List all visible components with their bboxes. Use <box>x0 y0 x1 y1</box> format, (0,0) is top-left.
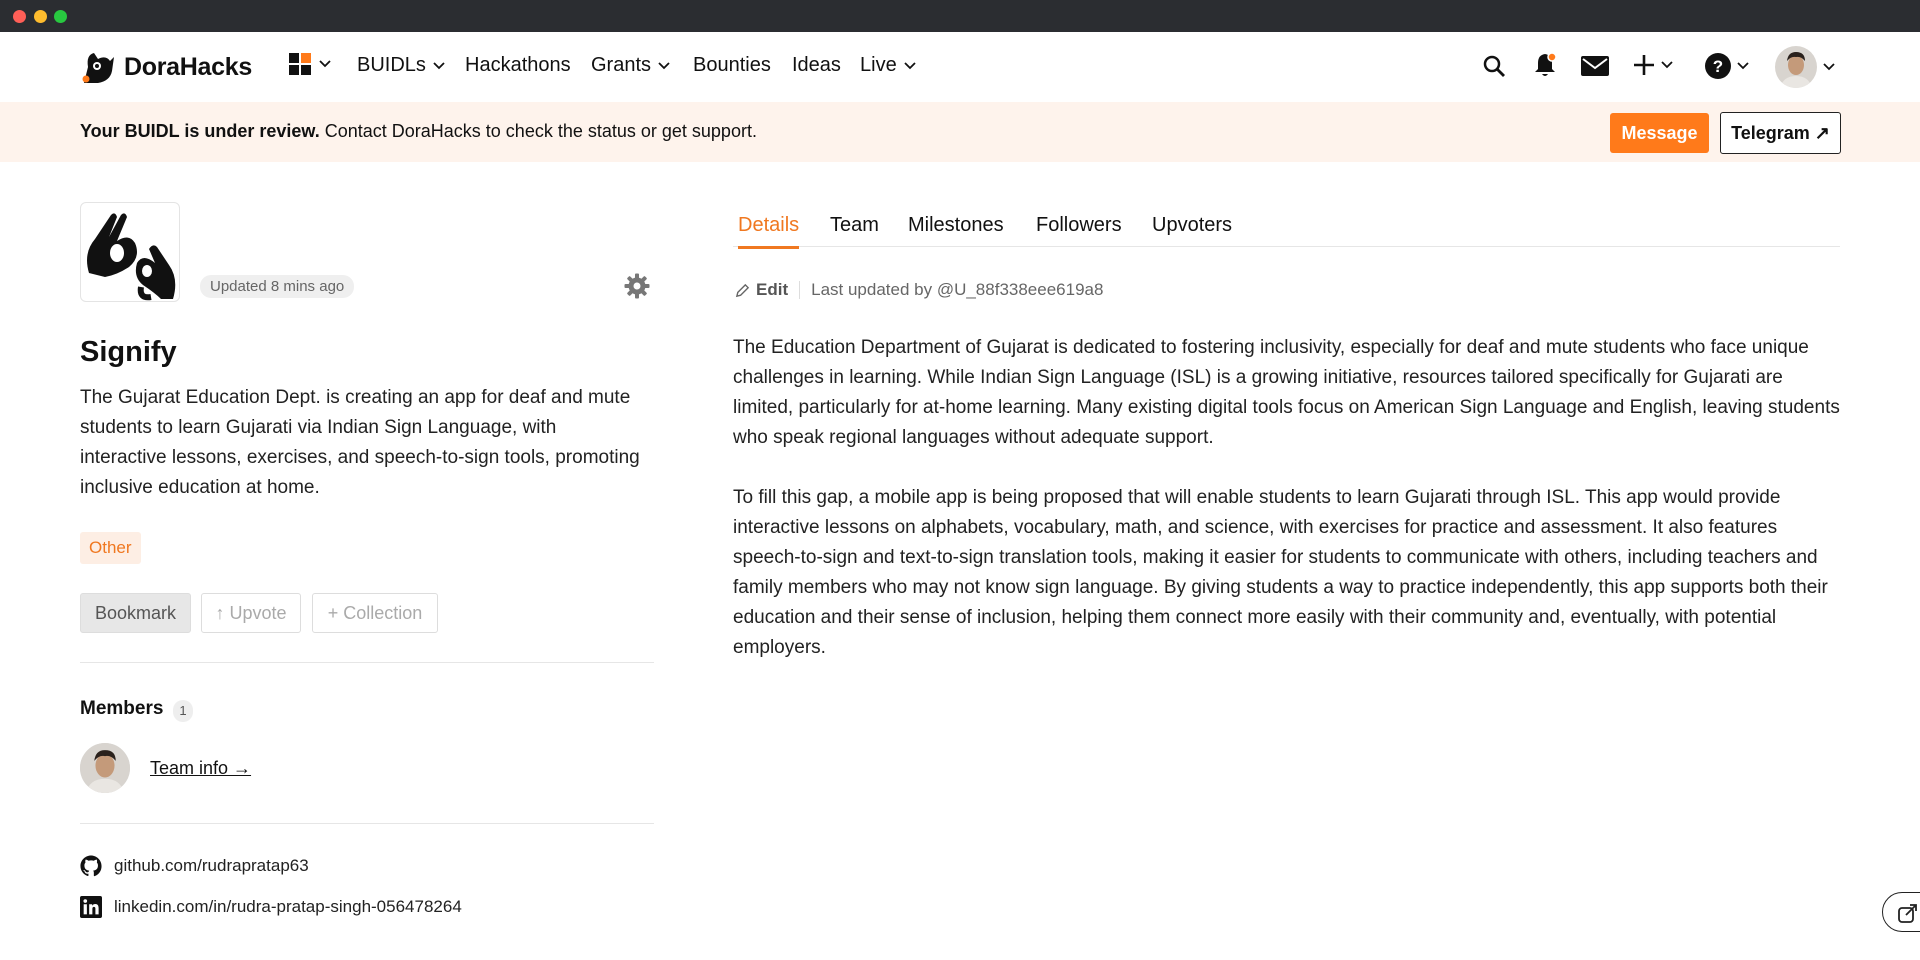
project-logo <box>80 202 180 302</box>
last-updated-text: Last updated by @U_88f338eee619a8 <box>811 280 1104 299</box>
apps-grid-icon <box>289 53 311 75</box>
linkedin-url: linkedin.com/in/rudra-pratap-singh-05647… <box>114 897 462 916</box>
nav-ideas-label: Ideas <box>792 54 841 76</box>
tab-milestones[interactable]: Milestones <box>908 214 1004 246</box>
telegram-button[interactable]: Telegram ↗ <box>1720 112 1841 154</box>
dorahacks-logo-icon <box>82 53 114 83</box>
user-menu[interactable] <box>1775 46 1835 88</box>
tab-details[interactable]: Details <box>738 214 800 249</box>
chevron-down-icon <box>658 61 670 69</box>
project-title: Signify <box>80 336 177 368</box>
details-content: The Education Department of Gujarat is d… <box>733 333 1843 663</box>
tab-upvoters[interactable]: Upvoters <box>1152 214 1232 246</box>
sign-language-hands-icon <box>87 213 176 301</box>
edit-row: Edit Last updated by @U_88f338eee619a8 <box>735 280 1103 300</box>
tab-team[interactable]: Team <box>830 214 879 246</box>
category-tag[interactable]: Other <box>80 532 141 564</box>
nav-buidls[interactable]: BUIDLs <box>357 54 445 77</box>
brand-logo[interactable]: DoraHacks <box>80 49 252 85</box>
nav-ideas[interactable]: Ideas <box>792 54 841 77</box>
team-info-link[interactable]: Team info → <box>150 758 251 779</box>
mail-icon <box>1581 56 1609 76</box>
details-paragraph: To fill this gap, a mobile app is being … <box>733 487 1828 658</box>
member-avatar[interactable] <box>80 743 130 793</box>
review-banner: Your BUIDL is under review. Contact Dora… <box>0 102 1920 162</box>
upvote-button[interactable]: ↑ Upvote <box>201 593 301 633</box>
chevron-down-icon <box>1823 63 1835 71</box>
svg-text:?: ? <box>1713 57 1723 76</box>
apps-menu[interactable] <box>288 52 331 76</box>
details-paragraph: The Education Department of Gujarat is d… <box>733 337 1840 448</box>
divider <box>80 823 654 824</box>
nav-bounties-label: Bounties <box>693 54 771 76</box>
divider <box>80 662 654 663</box>
chevron-down-icon <box>319 60 331 68</box>
nav-hackathons[interactable]: Hackathons <box>465 54 571 77</box>
pencil-icon <box>735 283 750 297</box>
gear-icon <box>624 273 650 299</box>
banner-text: Your BUIDL is under review. Contact Dora… <box>80 121 757 142</box>
nav-grants-label: Grants <box>591 54 652 76</box>
nav-buidls-label: BUIDLs <box>357 54 426 76</box>
maximize-window-button[interactable] <box>54 10 67 23</box>
github-icon <box>80 855 102 877</box>
share-icon <box>1898 904 1917 923</box>
help-menu[interactable]: ? <box>1705 53 1749 79</box>
notifications-button[interactable] <box>1533 52 1557 78</box>
minimize-window-button[interactable] <box>34 10 47 23</box>
github-link[interactable]: github.com/rudrapratap63 <box>80 855 309 877</box>
member-photo <box>80 743 130 793</box>
members-count-badge: 1 <box>173 700 193 722</box>
tab-followers[interactable]: Followers <box>1036 214 1122 246</box>
bookmark-button[interactable]: Bookmark <box>80 593 191 633</box>
search-button[interactable] <box>1482 54 1506 78</box>
chevron-down-icon <box>904 61 916 69</box>
nav-live-label: Live <box>860 54 897 76</box>
separator <box>799 281 801 299</box>
top-nav: DoraHacks BUIDLs Hackathons Grants Bount… <box>0 32 1920 102</box>
share-button[interactable] <box>1882 892 1920 932</box>
help-icon: ? <box>1705 53 1731 79</box>
search-icon <box>1483 55 1505 77</box>
project-description: The Gujarat Education Dept. is creating … <box>80 387 640 498</box>
nav-live[interactable]: Live <box>860 54 916 77</box>
add-collection-button[interactable]: + Collection <box>312 593 438 633</box>
chevron-down-icon <box>1661 61 1673 69</box>
nav-bounties[interactable]: Bounties <box>693 54 771 77</box>
linkedin-icon <box>80 896 102 918</box>
window-titlebar <box>0 0 1920 32</box>
chevron-down-icon <box>1737 62 1749 70</box>
edit-button[interactable]: Edit <box>735 280 788 300</box>
banner-bold-text: Your BUIDL is under review. <box>80 121 320 141</box>
plus-icon <box>1634 55 1654 75</box>
chevron-down-icon <box>433 61 445 69</box>
brand-name: DoraHacks <box>124 52 252 81</box>
create-menu[interactable] <box>1633 54 1673 76</box>
settings-button[interactable] <box>624 273 650 304</box>
project-tabs: Details Team Milestones Followers Upvote… <box>733 202 1840 249</box>
bell-icon <box>1535 52 1557 76</box>
close-window-button[interactable] <box>13 10 26 23</box>
messages-button[interactable] <box>1581 56 1609 76</box>
banner-message-text: Contact DoraHacks to check the status or… <box>319 121 757 141</box>
nav-grants[interactable]: Grants <box>591 54 670 77</box>
members-heading: Members <box>80 698 164 719</box>
message-button[interactable]: Message <box>1610 113 1709 153</box>
linkedin-link[interactable]: linkedin.com/in/rudra-pratap-singh-05647… <box>80 896 462 918</box>
updated-badge: Updated 8 mins ago <box>200 275 355 298</box>
github-url: github.com/rudrapratap63 <box>114 856 309 875</box>
edit-label: Edit <box>756 280 789 299</box>
user-avatar <box>1775 46 1817 88</box>
nav-hackathons-label: Hackathons <box>465 54 571 76</box>
